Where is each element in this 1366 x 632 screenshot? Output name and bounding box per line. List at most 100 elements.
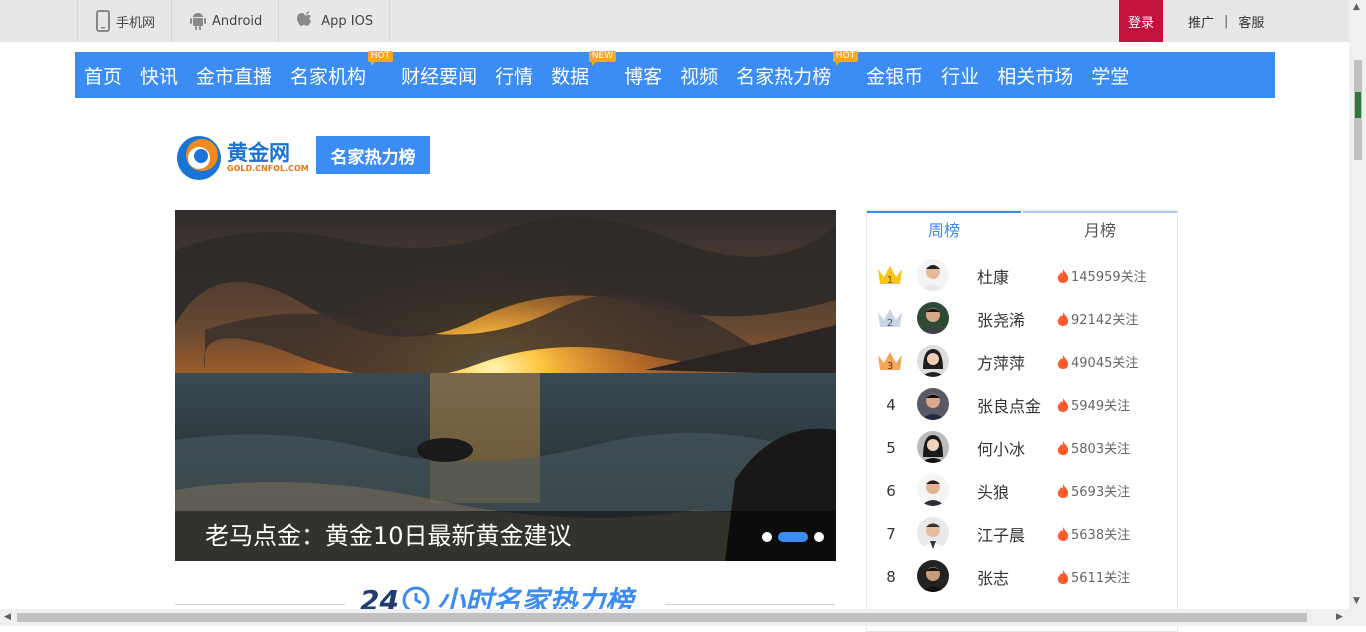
tab-monthly[interactable]: 月榜 bbox=[1023, 211, 1177, 245]
expert-name: 方萍萍 bbox=[977, 354, 1026, 373]
main-nav: 首页 快讯 金市直播 名家机构 HOT 财经要闻 行情 数据 NEW 博客 视频 名… bbox=[75, 50, 1275, 98]
logo-en: GOLD.CNFOL.COM bbox=[227, 164, 309, 173]
avatar bbox=[917, 259, 949, 291]
heading-divider bbox=[175, 604, 345, 605]
expert-name: 杜康 bbox=[977, 268, 1010, 287]
scroll-down-arrow-icon[interactable]: ▼ bbox=[1353, 596, 1360, 606]
carousel-dots bbox=[762, 532, 824, 542]
ios-link[interactable]: App IOS bbox=[279, 0, 391, 42]
service-link[interactable]: 客服 bbox=[1238, 12, 1264, 31]
hot-badge: HOT bbox=[832, 50, 859, 66]
ios-label: App IOS bbox=[321, 13, 374, 29]
logo-emblem-icon bbox=[177, 136, 221, 180]
crown-rank: 1 bbox=[887, 275, 893, 286]
nav-video[interactable]: 视频 bbox=[680, 62, 718, 89]
fire-icon bbox=[1057, 354, 1069, 369]
nav-label: 博客 bbox=[624, 65, 663, 88]
expert-name: 头狼 bbox=[977, 483, 1010, 502]
scroll-right-arrow-icon[interactable]: ▶ bbox=[1336, 612, 1343, 622]
nav-blog[interactable]: 博客 bbox=[624, 62, 662, 89]
nav-label: 首页 bbox=[84, 65, 123, 88]
ranking-panel: 周榜 月榜 1 杜康 145959关注 2 张尧浠 92142关注 3 方萍萍 … bbox=[866, 210, 1178, 632]
nav-label: 相关市场 bbox=[997, 65, 1074, 88]
horizontal-scrollbar[interactable]: ◀ ▶ bbox=[0, 609, 1366, 626]
carousel-dot-active[interactable] bbox=[778, 532, 808, 542]
site-logo[interactable]: 黄金网 GOLD.CNFOL.COM bbox=[175, 134, 309, 182]
nav-home[interactable]: 首页 bbox=[84, 62, 122, 89]
ranking-row[interactable]: 2 张尧浠 92142关注 bbox=[867, 298, 1177, 341]
new-badge: NEW bbox=[588, 50, 617, 66]
avatar bbox=[917, 345, 949, 377]
follow-count-text: 145959关注 bbox=[1071, 270, 1147, 285]
gold-crown-icon: 1 bbox=[878, 266, 902, 286]
nav-live[interactable]: 金市直播 bbox=[196, 62, 272, 89]
nav-institutions[interactable]: 名家机构 HOT bbox=[290, 50, 394, 89]
ranking-row[interactable]: 8 张志 5611关注 bbox=[867, 556, 1177, 599]
fire-icon bbox=[1057, 483, 1069, 498]
fire-icon bbox=[1057, 440, 1069, 455]
nav-quotes[interactable]: 行情 bbox=[495, 62, 533, 89]
bronze-crown-icon: 3 bbox=[878, 352, 902, 372]
separator: | bbox=[1224, 13, 1229, 29]
ranking-row[interactable]: 3 方萍萍 49045关注 bbox=[867, 341, 1177, 384]
nav-label: 数据 bbox=[551, 65, 590, 88]
nav-label: 名家机构 bbox=[290, 65, 367, 88]
follow-count-text: 5611关注 bbox=[1071, 571, 1131, 586]
ranking-row[interactable]: 6 头狼 5693关注 bbox=[867, 470, 1177, 513]
hot-badge: HOT bbox=[367, 50, 394, 66]
follow-count: 92142关注 bbox=[1057, 309, 1138, 328]
fire-icon bbox=[1057, 526, 1069, 541]
horizontal-scroll-thumb[interactable] bbox=[17, 613, 1307, 622]
nav-flash[interactable]: 快讯 bbox=[140, 62, 178, 89]
login-button[interactable]: 登录 bbox=[1119, 0, 1163, 42]
expert-name: 何小冰 bbox=[977, 440, 1026, 459]
mobile-site-label: 手机网 bbox=[116, 15, 156, 31]
nav-heat-ranking[interactable]: 名家热力榜 HOT bbox=[736, 50, 859, 89]
nav-school[interactable]: 学堂 bbox=[1091, 62, 1129, 89]
scroll-up-arrow-icon[interactable]: ▲ bbox=[1353, 2, 1360, 12]
tab-weekly[interactable]: 周榜 bbox=[867, 211, 1021, 245]
top-bar: 手机网 Android App IOS 登录 推广 | 客服 bbox=[0, 0, 1349, 42]
avatar bbox=[917, 431, 949, 463]
nav-label: 名家热力榜 bbox=[736, 65, 832, 88]
follow-count-text: 49045关注 bbox=[1071, 356, 1139, 371]
nav-label: 学堂 bbox=[1091, 65, 1130, 88]
nav-label: 行业 bbox=[941, 65, 980, 88]
fire-icon bbox=[1057, 397, 1069, 412]
expert-name: 江子晨 bbox=[977, 526, 1026, 545]
vertical-scrollbar[interactable]: ▲ ▼ bbox=[1349, 0, 1366, 609]
promote-link[interactable]: 推广 bbox=[1188, 12, 1214, 31]
logo-text: 黄金网 GOLD.CNFOL.COM bbox=[227, 142, 309, 174]
section-tag: 名家热力榜 bbox=[316, 136, 430, 174]
avatar bbox=[917, 517, 949, 549]
carousel-dot[interactable] bbox=[762, 532, 772, 542]
nav-coins[interactable]: 金银币 bbox=[866, 62, 923, 89]
follow-count: 5638关注 bbox=[1057, 524, 1130, 543]
avatar bbox=[917, 560, 949, 592]
nav-news[interactable]: 财经要闻 bbox=[401, 62, 477, 89]
ranking-row[interactable]: 7 江子晨 5638关注 bbox=[867, 513, 1177, 556]
top-right-links: 推广 | 客服 bbox=[1188, 0, 1264, 42]
heading-divider bbox=[665, 604, 835, 605]
mobile-site-link[interactable]: 手机网 bbox=[77, 0, 173, 42]
banner-carousel[interactable]: 老马点金：黄金10日最新黄金建议 bbox=[175, 210, 836, 561]
apple-icon bbox=[297, 11, 312, 26]
banner-title[interactable]: 老马点金：黄金10日最新黄金建议 bbox=[205, 516, 572, 551]
nav-industry[interactable]: 行业 bbox=[941, 62, 979, 89]
android-link[interactable]: Android bbox=[172, 0, 280, 42]
nav-data[interactable]: 数据 NEW bbox=[551, 50, 617, 89]
follow-count: 5611关注 bbox=[1057, 567, 1130, 586]
android-label: Android bbox=[212, 13, 263, 29]
scroll-left-arrow-icon[interactable]: ◀ bbox=[4, 612, 11, 622]
rank-number: 4 bbox=[886, 396, 896, 414]
ranking-row[interactable]: 4 张良点金 5949关注 bbox=[867, 384, 1177, 427]
follow-count-text: 5638关注 bbox=[1071, 528, 1131, 543]
ranking-row[interactable]: 5 何小冰 5803关注 bbox=[867, 427, 1177, 470]
follow-count-text: 92142关注 bbox=[1071, 313, 1139, 328]
follow-count-text: 5803关注 bbox=[1071, 442, 1131, 457]
nav-label: 财经要闻 bbox=[401, 65, 478, 88]
ranking-row[interactable]: 1 杜康 145959关注 bbox=[867, 255, 1177, 298]
rank-number: 5 bbox=[886, 439, 896, 457]
nav-markets[interactable]: 相关市场 bbox=[997, 62, 1073, 89]
carousel-dot[interactable] bbox=[814, 532, 824, 542]
